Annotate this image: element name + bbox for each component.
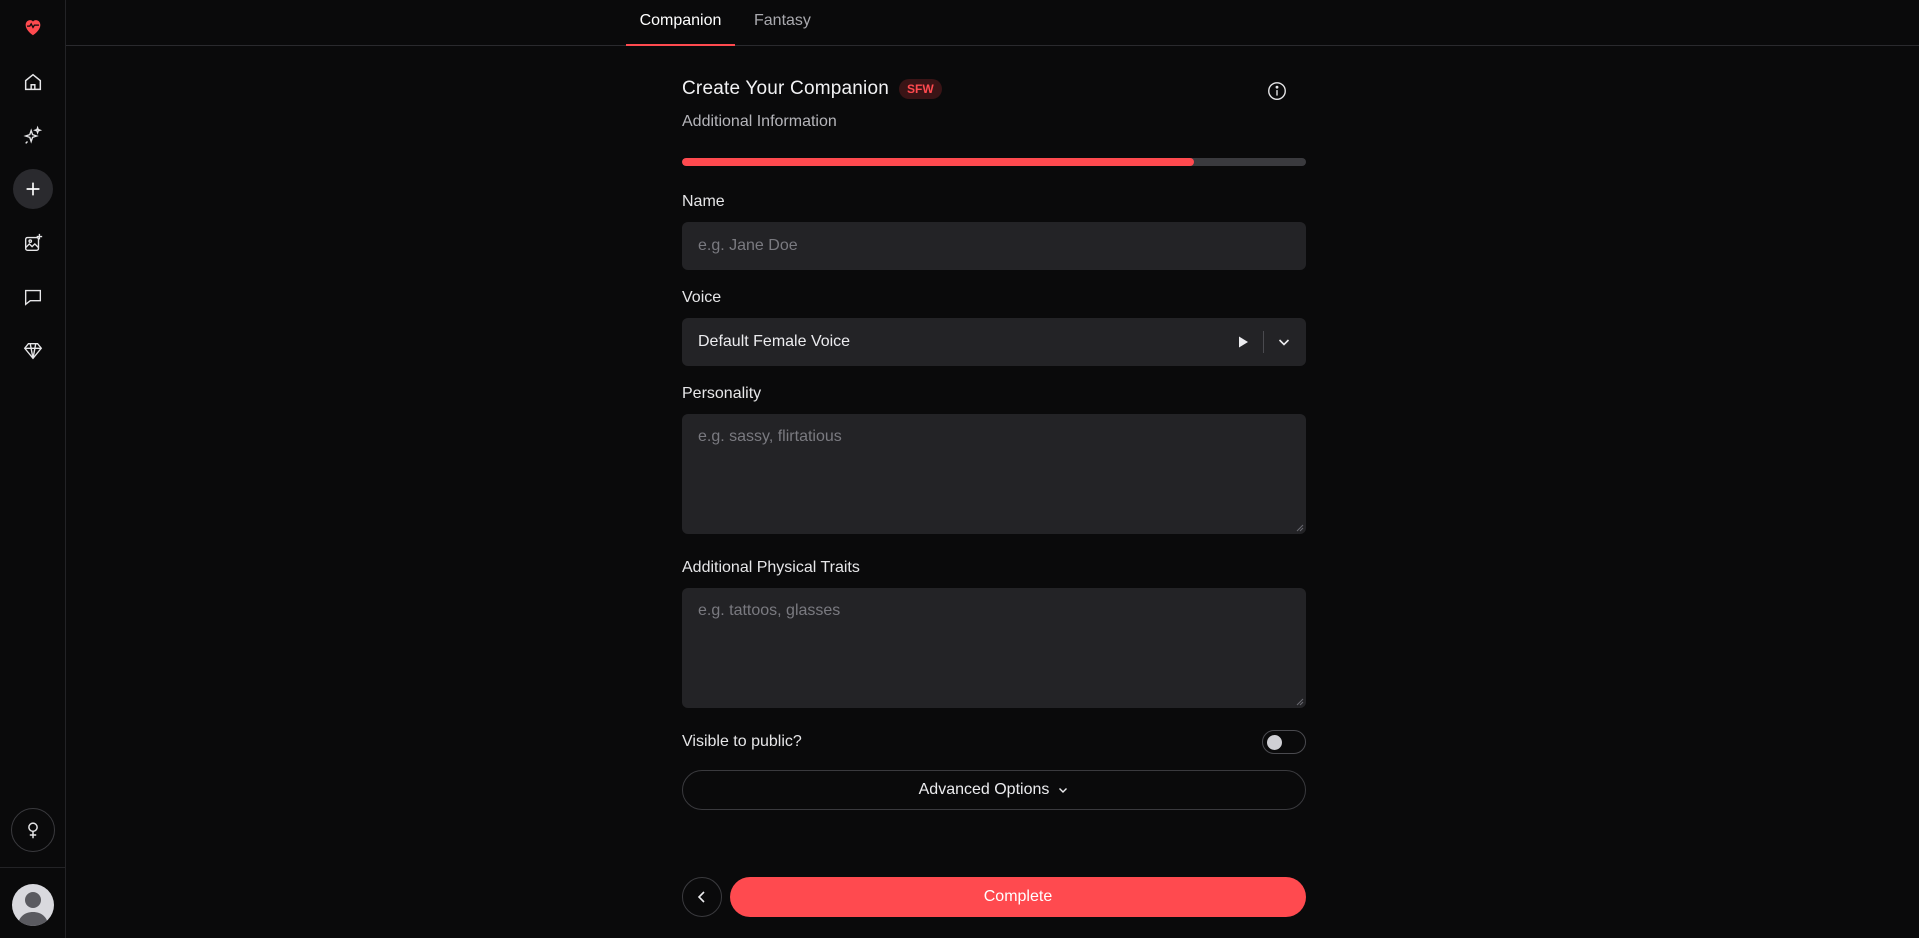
female-symbol-icon[interactable] — [11, 808, 55, 852]
voice-label: Voice — [682, 289, 722, 306]
home-icon[interactable] — [13, 62, 53, 102]
image-add-icon[interactable] — [13, 223, 53, 263]
visible-public-label: Visible to public? — [682, 733, 802, 750]
back-button[interactable] — [682, 877, 722, 917]
traits-textarea[interactable]: e.g. tattoos, glasses — [682, 588, 1306, 708]
personality-label: Personality — [682, 385, 762, 402]
sparkles-icon[interactable] — [13, 116, 53, 156]
complete-button[interactable]: Complete — [730, 877, 1306, 917]
voice-select-value: Default Female Voice — [698, 333, 851, 350]
sidebar-divider — [0, 867, 66, 868]
resize-grip-icon[interactable] — [1294, 522, 1304, 532]
title-row: Create Your Companion SFW — [682, 78, 942, 100]
advanced-options-button[interactable]: Advanced Options — [682, 770, 1306, 810]
plus-icon[interactable] — [13, 169, 53, 209]
name-input[interactable]: e.g. Jane Doe — [682, 222, 1306, 270]
traits-placeholder: e.g. tattoos, glasses — [698, 602, 841, 619]
name-label: Name — [682, 193, 725, 210]
chevron-down-icon[interactable] — [1276, 334, 1292, 350]
visible-public-toggle[interactable] — [1262, 730, 1306, 754]
chat-icon[interactable] — [13, 277, 53, 317]
chevron-left-icon — [697, 891, 705, 903]
heart-pulse-logo-icon[interactable] — [13, 7, 53, 47]
progress-bar — [682, 158, 1306, 166]
info-icon[interactable] — [1266, 80, 1288, 102]
personality-placeholder: e.g. sassy, flirtatious — [698, 428, 842, 445]
chevron-down-icon — [1059, 788, 1068, 793]
tab-companion[interactable]: Companion — [626, 0, 735, 46]
sfw-badge: SFW — [899, 79, 942, 99]
progress-bar-fill — [682, 158, 1194, 166]
advanced-options-label: Advanced Options — [918, 781, 1050, 798]
top-tab-bar: Companion Fantasy — [66, 0, 1919, 46]
sidebar — [0, 0, 66, 938]
page-title: Create Your Companion — [682, 78, 890, 99]
voice-separator — [1263, 331, 1264, 353]
traits-label: Additional Physical Traits — [682, 559, 860, 576]
voice-select[interactable]: Default Female Voice — [682, 318, 1306, 366]
voice-select-controls — [1235, 318, 1292, 366]
diamond-icon[interactable] — [13, 331, 53, 371]
play-icon[interactable] — [1235, 334, 1251, 350]
personality-textarea[interactable]: e.g. sassy, flirtatious — [682, 414, 1306, 534]
resize-grip-icon[interactable] — [1294, 696, 1304, 706]
tab-fantasy[interactable]: Fantasy — [754, 0, 811, 46]
toggle-knob — [1267, 735, 1282, 750]
step-subtitle: Additional Information — [682, 113, 837, 130]
user-avatar-icon[interactable] — [12, 884, 54, 926]
